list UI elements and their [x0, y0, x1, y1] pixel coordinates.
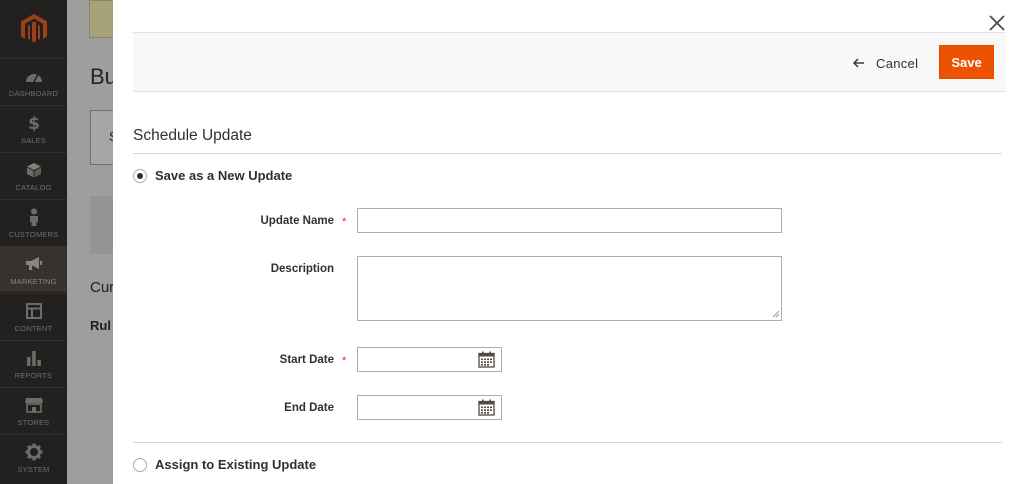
start-date-field [357, 347, 502, 372]
start-date-calendar-button[interactable] [478, 351, 495, 368]
close-button[interactable] [988, 14, 1006, 32]
radio-button-checked[interactable] [133, 168, 147, 183]
end-date-input[interactable] [358, 396, 473, 419]
update-name-label: Update Name [260, 215, 335, 227]
section-divider [133, 442, 1002, 443]
start-date-label: Start Date [279, 354, 334, 366]
modal-action-bar: Cancel Save [133, 32, 1006, 92]
radio-label: Save as a New Update [155, 168, 293, 183]
radio-label: Assign to Existing Update [155, 457, 317, 472]
description-textarea[interactable] [357, 256, 782, 321]
resize-grip-icon[interactable] [772, 310, 780, 318]
end-date-calendar-button[interactable] [478, 399, 495, 416]
close-icon [989, 15, 1005, 31]
end-date-field [357, 395, 502, 420]
required-marker: * [342, 216, 347, 228]
modal-overlay[interactable] [0, 0, 113, 484]
save-button[interactable]: Save [939, 45, 994, 79]
section-title: Schedule Update [133, 127, 252, 144]
section-divider [133, 153, 1002, 154]
end-date-label: End Date [284, 402, 334, 414]
cancel-button-label: Cancel [876, 55, 919, 71]
description-label: Description [270, 263, 334, 275]
calendar-icon [478, 399, 495, 416]
radio-assign-to-existing-update[interactable]: Assign to Existing Update [133, 457, 316, 472]
radio-save-as-new-update[interactable]: Save as a New Update [133, 168, 292, 183]
arrow-left-icon [853, 58, 865, 68]
radio-button-unchecked[interactable] [133, 457, 147, 472]
calendar-icon [478, 351, 495, 368]
cancel-button[interactable]: Cancel [853, 51, 918, 75]
required-marker: * [342, 355, 347, 367]
schedule-update-modal: Cancel Save Schedule Update Save as a Ne… [113, 0, 1024, 484]
update-name-input[interactable] [357, 208, 782, 233]
start-date-input[interactable] [358, 348, 473, 371]
